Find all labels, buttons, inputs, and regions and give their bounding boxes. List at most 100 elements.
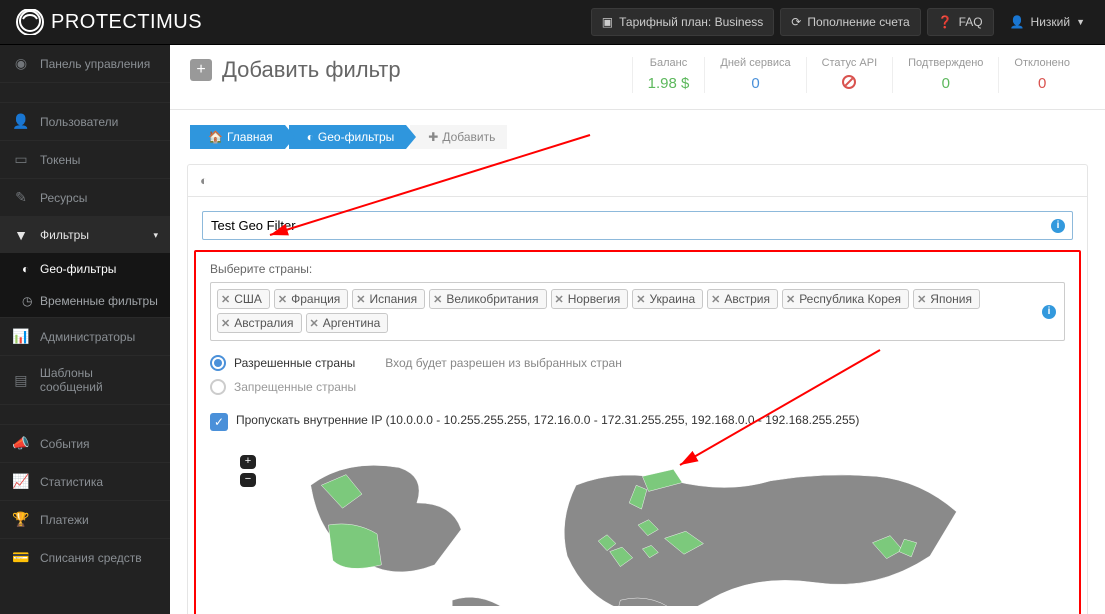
country-tag[interactable]: ✕Австралия xyxy=(217,313,302,333)
plus-icon: ✚ xyxy=(428,130,438,144)
crumb-home[interactable]: 🏠Главная xyxy=(190,125,285,149)
faq-button[interactable]: ❓ FAQ xyxy=(927,8,994,36)
country-tag[interactable]: ✕Аргентина xyxy=(306,313,389,333)
bars-icon: 📊 xyxy=(12,328,30,345)
page-title: + Добавить фильтр xyxy=(190,57,401,83)
chevron-down-icon: ▼ xyxy=(1076,17,1085,27)
radio-allowed[interactable] xyxy=(210,355,226,371)
globe-icon: ◐ xyxy=(22,262,34,276)
country-tag[interactable]: ✕Япония xyxy=(913,289,980,309)
sidebar-sub-geo[interactable]: ◐Geo-фильтры xyxy=(0,253,170,285)
filter-name-row: i xyxy=(202,211,1073,240)
world-map[interactable]: + − xyxy=(210,441,1065,606)
doc-icon: ▤ xyxy=(12,372,30,389)
sidebar-item-users[interactable]: 👤Пользователи xyxy=(0,102,170,140)
info-icon[interactable]: i xyxy=(1042,305,1056,319)
stat-api: Статус API xyxy=(806,57,893,93)
sidebar-sub-time[interactable]: ◷Временные фильтры xyxy=(0,285,170,317)
plus-icon: + xyxy=(190,59,212,81)
radio-denied[interactable] xyxy=(210,379,226,395)
remove-icon[interactable]: ✕ xyxy=(555,293,564,306)
chevron-down-icon: ▾ xyxy=(153,230,158,241)
filter-icon: ▼ xyxy=(12,227,30,243)
logo-icon xyxy=(15,9,45,35)
sidebar-item-charges[interactable]: 💳Списания средств xyxy=(0,538,170,576)
remove-icon[interactable]: ✕ xyxy=(636,293,645,306)
checkbox-skip[interactable]: ✓ xyxy=(210,413,228,431)
info-icon[interactable]: i xyxy=(1051,219,1065,233)
stat-balance: Баланс1.98 $ xyxy=(632,57,705,93)
logo-text: PROTECTIMUS xyxy=(51,11,202,34)
question-icon: ❓ xyxy=(938,15,953,29)
globe-icon: ◐ xyxy=(307,130,314,144)
user-icon: 👤 xyxy=(1010,15,1025,29)
country-tag[interactable]: ✕Испания xyxy=(352,289,425,309)
crumb-add: ✚Добавить xyxy=(410,125,507,149)
sidebar-item-filters[interactable]: ▼Фильтры▾ xyxy=(0,216,170,253)
remove-icon[interactable]: ✕ xyxy=(356,293,365,306)
highlight-box: Выберите страны: ✕США✕Франция✕Испания✕Ве… xyxy=(194,250,1081,614)
allowed-option[interactable]: Разрешенные страны Вход будет разрешен и… xyxy=(210,355,1065,371)
edit-icon: ✎ xyxy=(12,189,30,206)
country-tag[interactable]: ✕Великобритания xyxy=(429,289,546,309)
card-icon: 💳 xyxy=(12,549,30,566)
sidebar-item-tokens[interactable]: ▭Токены xyxy=(0,140,170,178)
clock-icon: ◷ xyxy=(22,294,34,308)
user-icon: 👤 xyxy=(12,113,30,130)
denied-option[interactable]: Запрещенные страны xyxy=(210,379,1065,395)
filter-name-input[interactable] xyxy=(202,211,1073,240)
sidebar: ◉Панель управления 👤Пользователи ▭Токены… xyxy=(0,45,170,614)
stat-days: Дней сервиса0 xyxy=(704,57,805,93)
panel-head: ◐ xyxy=(188,165,1087,197)
remove-icon[interactable]: ✕ xyxy=(433,293,442,306)
remove-icon[interactable]: ✕ xyxy=(221,317,230,330)
globe-icon: ◐ xyxy=(200,173,208,188)
dashboard-icon: ◉ xyxy=(12,55,30,72)
zoom-out-button[interactable]: − xyxy=(240,473,256,487)
sidebar-item-resources[interactable]: ✎Ресурсы xyxy=(0,178,170,216)
sidebar-item-events[interactable]: 📣События xyxy=(0,424,170,462)
disabled-icon xyxy=(842,75,856,89)
sidebar-item-dashboard[interactable]: ◉Панель управления xyxy=(0,45,170,82)
topup-button[interactable]: ⟳ Пополнение счета xyxy=(780,8,920,36)
top-bar: PROTECTIMUS ▣ Тарифный план: Business ⟳ … xyxy=(0,0,1105,45)
stat-confirmed: Подтверждено0 xyxy=(892,57,998,93)
refresh-icon: ⟳ xyxy=(791,15,801,29)
user-menu[interactable]: 👤 Низкий ▼ xyxy=(1000,9,1095,35)
countries-label: Выберите страны: xyxy=(210,262,1065,276)
country-tag[interactable]: ✕Австрия xyxy=(707,289,778,309)
country-select[interactable]: ✕США✕Франция✕Испания✕Великобритания✕Норв… xyxy=(210,282,1065,341)
home-icon: 🏠 xyxy=(208,130,223,144)
megaphone-icon: 📣 xyxy=(12,435,30,452)
breadcrumb: 🏠Главная ◐Geo-фильтры ✚Добавить xyxy=(170,110,1105,149)
chart-icon: 📈 xyxy=(12,473,30,490)
country-tag[interactable]: ✕Франция xyxy=(274,289,348,309)
stat-declined: Отклонено0 xyxy=(998,57,1085,93)
remove-icon[interactable]: ✕ xyxy=(221,293,230,306)
tariff-button[interactable]: ▣ Тарифный план: Business xyxy=(591,8,775,36)
skip-internal-option[interactable]: ✓ Пропускать внутренние IP (10.0.0.0 - 1… xyxy=(210,413,1065,431)
remove-icon[interactable]: ✕ xyxy=(786,293,795,306)
remove-icon[interactable]: ✕ xyxy=(278,293,287,306)
logo[interactable]: PROTECTIMUS xyxy=(15,9,202,35)
remove-icon[interactable]: ✕ xyxy=(310,317,319,330)
country-tag[interactable]: ✕Норвегия xyxy=(551,289,629,309)
remove-icon[interactable]: ✕ xyxy=(917,293,926,306)
sidebar-item-admins[interactable]: 📊Администраторы xyxy=(0,317,170,355)
page-header: + Добавить фильтр Баланс1.98 $ Дней серв… xyxy=(170,45,1105,110)
country-tag[interactable]: ✕Республика Корея xyxy=(782,289,909,309)
trophy-icon: 🏆 xyxy=(12,511,30,528)
sidebar-item-stats[interactable]: 📈Статистика xyxy=(0,462,170,500)
form-panel: ◐ i Выберите страны: ✕США✕Франция✕Испани… xyxy=(187,164,1088,614)
map-svg xyxy=(238,441,1038,606)
sidebar-item-payments[interactable]: 🏆Платежи xyxy=(0,500,170,538)
country-tag[interactable]: ✕Украина xyxy=(632,289,703,309)
remove-icon[interactable]: ✕ xyxy=(711,293,720,306)
sidebar-item-templates[interactable]: ▤Шаблоны сообщений xyxy=(0,355,170,404)
crumb-geo[interactable]: ◐Geo-фильтры xyxy=(289,125,407,149)
main-content: + Добавить фильтр Баланс1.98 $ Дней серв… xyxy=(170,45,1105,614)
zoom-in-button[interactable]: + xyxy=(240,455,256,469)
device-icon: ▭ xyxy=(12,151,30,168)
country-tag[interactable]: ✕США xyxy=(217,289,270,309)
money-icon: ▣ xyxy=(602,15,613,29)
